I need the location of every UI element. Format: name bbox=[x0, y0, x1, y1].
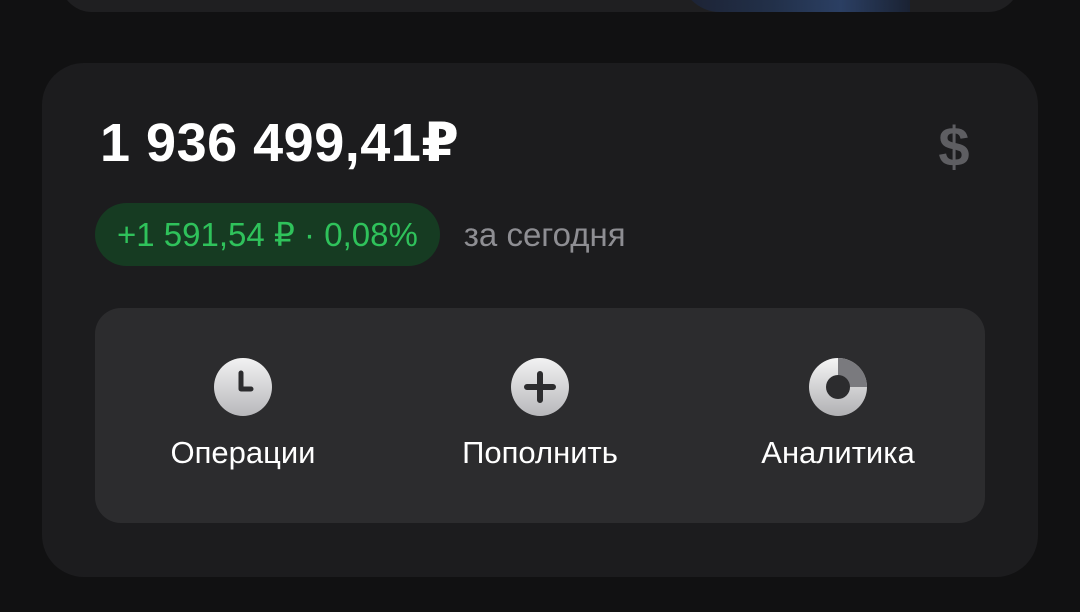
balance-card: 1 936 499,41₽ $ +1 591,54 ₽ · 0,08% за с… bbox=[42, 63, 1038, 577]
operations-button[interactable]: Операции bbox=[113, 308, 373, 523]
clock-icon bbox=[214, 358, 272, 416]
daily-change-badge: +1 591,54 ₽ · 0,08% bbox=[95, 203, 440, 266]
daily-change-row: +1 591,54 ₽ · 0,08% за сегодня bbox=[95, 203, 626, 266]
top-up-label: Пополнить bbox=[462, 435, 618, 470]
previous-card[interactable] bbox=[60, 0, 1020, 12]
card-banner-image bbox=[680, 0, 910, 12]
balance-amount: 1 936 499,41₽ bbox=[100, 113, 460, 173]
plus-icon bbox=[511, 358, 569, 416]
pie-chart-icon bbox=[809, 358, 867, 416]
quick-actions-panel: Операции Пополнить Аналитика bbox=[95, 308, 985, 523]
analytics-button[interactable]: Аналитика bbox=[708, 308, 968, 523]
dollar-icon[interactable]: $ bbox=[932, 117, 976, 177]
daily-change-period: за сегодня bbox=[463, 216, 626, 253]
top-up-button[interactable]: Пополнить bbox=[410, 308, 670, 523]
analytics-label: Аналитика bbox=[761, 435, 915, 470]
operations-label: Операции bbox=[170, 435, 316, 470]
